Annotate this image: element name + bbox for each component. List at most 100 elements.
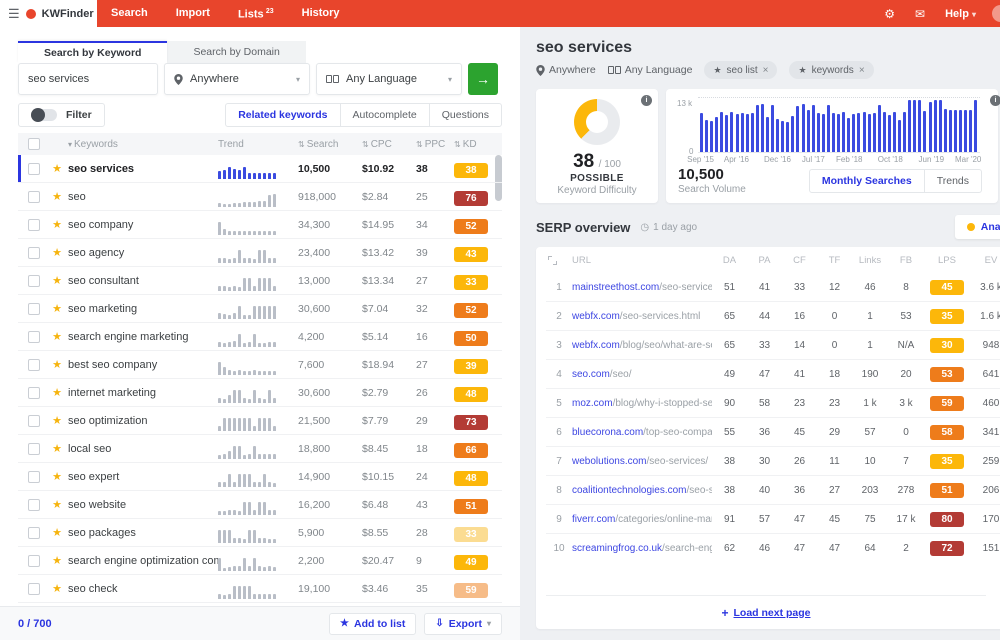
kd-badge[interactable]: 39 <box>454 359 488 374</box>
nav-item-search[interactable]: Search <box>97 0 162 27</box>
row-checkbox[interactable] <box>28 471 40 483</box>
row-checkbox[interactable] <box>28 275 40 287</box>
serp-result-row[interactable]: 2webfx.com/seo-services.html654416015335… <box>546 302 1000 331</box>
kd-badge[interactable]: 38 <box>454 163 488 178</box>
close-icon[interactable]: × <box>763 65 769 76</box>
serp-result-row[interactable]: 1mainstreethost.com/seo-services/5141331… <box>546 273 1000 302</box>
col-keywords[interactable]: ▾Keywords <box>68 139 218 150</box>
star-icon[interactable]: ★ <box>46 330 68 343</box>
keyword-row[interactable]: ★seo marketing30,600$7.043252 <box>18 295 502 323</box>
row-checkbox[interactable] <box>28 387 40 399</box>
star-icon[interactable]: ★ <box>46 442 68 455</box>
col-tf[interactable]: TF <box>817 255 852 266</box>
serp-url-link[interactable]: seo.com/seo/ <box>572 369 712 380</box>
row-checkbox[interactable] <box>28 499 40 511</box>
keyword-row[interactable]: ★seo expert14,900$10.152448 <box>18 463 502 491</box>
info-icon[interactable]: i <box>990 95 1000 106</box>
star-icon[interactable]: ★ <box>46 302 68 315</box>
analyze-serp-button[interactable]: Analyze SERP <box>955 215 1000 239</box>
language-select[interactable]: Any Language ▾ <box>316 63 462 95</box>
row-checkbox[interactable] <box>28 191 40 203</box>
keyword-row[interactable]: ★best seo company7,600$18.942739 <box>18 351 502 379</box>
row-checkbox[interactable] <box>28 583 40 595</box>
serp-result-row[interactable]: 4seo.com/seo/494741181902053641 <box>546 360 1000 389</box>
keyword-row[interactable]: ★seo company34,300$14.953452 <box>18 211 502 239</box>
star-icon[interactable]: ★ <box>46 218 68 231</box>
help-menu[interactable]: Help ▾ <box>945 8 976 20</box>
keyword-row[interactable]: ★seo packages5,900$8.552833 <box>18 519 502 547</box>
kd-badge[interactable]: 52 <box>454 303 488 318</box>
hamburger-menu-icon[interactable]: ☰ <box>8 7 20 20</box>
star-icon[interactable]: ★ <box>46 582 68 595</box>
kd-badge[interactable]: 73 <box>454 415 488 430</box>
row-checkbox[interactable] <box>28 247 40 259</box>
keyword-row[interactable]: ★search engine marketing4,200$5.141650 <box>18 323 502 351</box>
star-icon[interactable]: ★ <box>46 414 68 427</box>
row-checkbox[interactable] <box>28 359 40 371</box>
close-icon[interactable]: × <box>859 65 865 76</box>
add-to-list-button[interactable]: ★Add to list <box>329 613 416 635</box>
kd-badge[interactable]: 66 <box>454 443 488 458</box>
kd-badge[interactable]: 43 <box>454 247 488 262</box>
search-submit-button[interactable]: → <box>468 63 498 95</box>
col-pa[interactable]: PA <box>747 255 782 266</box>
kd-badge[interactable]: 33 <box>454 275 488 290</box>
keyword-row[interactable]: ★local seo18,800$8.451866 <box>18 435 502 463</box>
serp-result-row[interactable]: 5moz.com/blog/why-i-stopped-selling-…905… <box>546 389 1000 418</box>
col-links[interactable]: Links <box>852 255 888 266</box>
col-da[interactable]: DA <box>712 255 747 266</box>
star-icon[interactable]: ★ <box>46 358 68 371</box>
keyword-row[interactable]: ★seo agency23,400$13.423943 <box>18 239 502 267</box>
serp-result-row[interactable]: 7webolutions.com/seo-services/3830261110… <box>546 447 1000 476</box>
nav-item-history[interactable]: History <box>288 0 354 27</box>
load-next-page-button[interactable]: + Load next page <box>546 595 986 629</box>
tab-search-by-keyword[interactable]: Search by Keyword <box>18 41 167 63</box>
serp-url-link[interactable]: webfx.com/seo-services.html <box>572 311 712 322</box>
star-icon[interactable]: ★ <box>46 554 68 567</box>
star-icon[interactable]: ★ <box>46 162 68 175</box>
serp-result-row[interactable]: 6bluecorona.com/top-seo-company/55364529… <box>546 418 1000 447</box>
star-icon[interactable]: ★ <box>46 470 68 483</box>
keyword-row[interactable]: ★seo check19,100$3.463559 <box>18 575 502 603</box>
col-lps[interactable]: LPS <box>924 255 970 266</box>
serp-url-link[interactable]: webfx.com/blog/seo/what-are-seo-s… <box>572 340 712 351</box>
kd-badge[interactable]: 51 <box>454 499 488 514</box>
star-icon[interactable]: ★ <box>46 246 68 259</box>
serp-url-link[interactable]: bluecorona.com/top-seo-company/ <box>572 427 712 438</box>
col-ev[interactable]: EV <box>970 255 1000 266</box>
kd-badge[interactable]: 48 <box>454 471 488 486</box>
star-icon[interactable]: ★ <box>46 526 68 539</box>
tag-keywords[interactable]: ★keywords× <box>789 61 873 79</box>
serp-url-link[interactable]: fiverr.com/categories/online-marketi… <box>572 514 712 525</box>
row-checkbox[interactable] <box>28 555 40 567</box>
keyword-row[interactable]: ★seo website16,200$6.484351 <box>18 491 502 519</box>
serp-url-link[interactable]: mainstreethost.com/seo-services/ <box>572 282 712 293</box>
col-ppc[interactable]: ⇅PPC <box>416 139 454 150</box>
messages-icon[interactable]: ✉ <box>915 8 925 20</box>
row-checkbox[interactable] <box>28 331 40 343</box>
tab-autocomplete[interactable]: Autocomplete <box>340 103 430 127</box>
serp-result-row[interactable]: 8coalitiontechnologies.com/seo-searc…384… <box>546 476 1000 505</box>
row-checkbox[interactable] <box>28 303 40 315</box>
tab-related-keywords[interactable]: Related keywords <box>225 103 340 127</box>
tag-seo-list[interactable]: ★seo list× <box>704 61 777 79</box>
keyword-row[interactable]: ★search engine optimization company2,200… <box>18 547 502 575</box>
col-url[interactable]: URL <box>572 255 712 266</box>
star-icon[interactable]: ★ <box>46 386 68 399</box>
serp-url-link[interactable]: screamingfrog.co.uk/search-engine-… <box>572 543 712 554</box>
row-checkbox[interactable] <box>28 163 40 175</box>
location-select[interactable]: Anywhere ▾ <box>164 63 310 95</box>
info-icon[interactable]: i <box>641 95 652 106</box>
serp-url-link[interactable]: webolutions.com/seo-services/ <box>572 456 712 467</box>
tab-monthly-searches[interactable]: Monthly Searches <box>809 169 925 193</box>
export-button[interactable]: ⇩Export▾ <box>424 613 502 635</box>
col-cf[interactable]: CF <box>782 255 817 266</box>
filter-toggle[interactable] <box>31 109 57 121</box>
kd-badge[interactable]: 48 <box>454 387 488 402</box>
serp-result-row[interactable]: 3webfx.com/blog/seo/what-are-seo-s…65331… <box>546 331 1000 360</box>
serp-url-link[interactable]: coalitiontechnologies.com/seo-searc… <box>572 485 712 496</box>
row-checkbox[interactable] <box>28 219 40 231</box>
tab-questions[interactable]: Questions <box>429 103 502 127</box>
settings-gear-icon[interactable]: ⚙ <box>884 8 895 20</box>
serp-result-row[interactable]: 10screamingfrog.co.uk/search-engine-…624… <box>546 534 1000 563</box>
